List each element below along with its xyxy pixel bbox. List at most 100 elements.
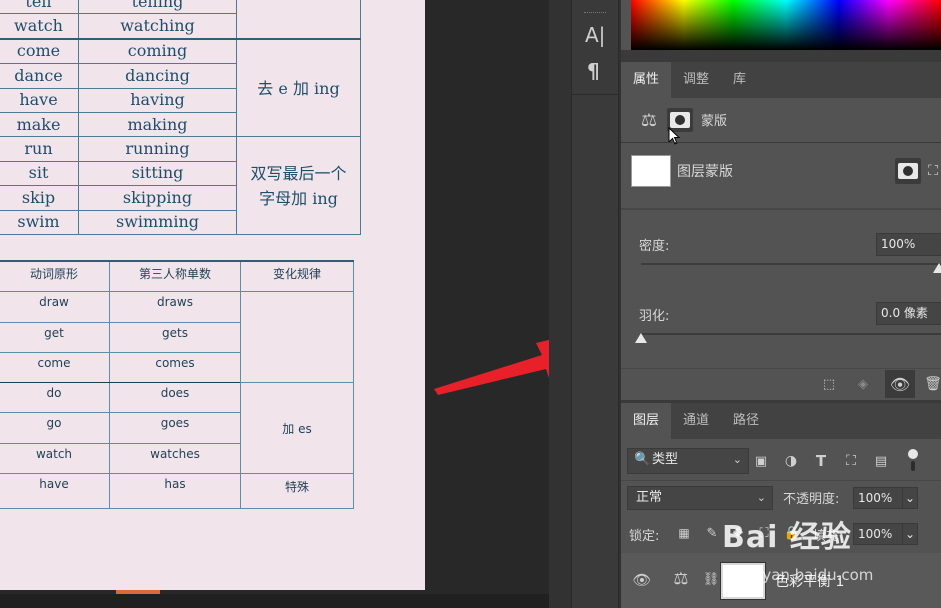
rule-special: 特殊 [240,473,354,510]
lock-label: 锁定: [629,529,660,544]
table-cell: have [0,87,79,113]
third-person-table: 动词原形 第三人称单数 变化规律 draw draws get gets com… [0,260,354,510]
ing-form-table: tell telling watch watching come coming … [0,0,361,235]
tab-channels[interactable]: 通道 [671,403,721,439]
table-cell: sitting [78,160,237,187]
table-cell: skip [0,185,79,211]
density-slider-track[interactable] [641,263,941,265]
table-cell: come [0,37,79,65]
rule-drop-e: 去 e 加 ing [236,37,361,138]
balance-icon[interactable]: ⚖ [635,108,663,132]
table-cell [240,291,354,384]
table-row: come coming 去 e 加 ing [0,37,361,138]
blend-mode-dropdown[interactable]: 正常 ⌄ [627,486,773,510]
table-row: run running 双写最后一个 字母加 ing [0,136,361,235]
chevron-down-icon: ⌄ [756,491,766,504]
table-cell: run [0,136,79,162]
table-cell: running [78,136,237,162]
opacity-input[interactable]: 100% [853,487,903,509]
density-slider-thumb[interactable] [933,263,941,273]
feather-input[interactable]: 0.0 像素 [876,302,941,325]
table-cell: draw [0,291,110,323]
table-cell: dancing [78,63,237,89]
table-cell: coming [78,37,237,65]
column-header: 变化规律 [240,260,354,293]
properties-tabs: 属性 调整 库 [621,62,941,98]
table-cell: come [0,351,110,384]
table-cell: draws [109,291,241,323]
mask-label: 蒙版 [701,114,728,129]
table-cell: watch [0,442,110,475]
density-input[interactable]: 100% [876,233,941,256]
layer-filter-dropdown[interactable]: 🔍 类型 ⌄ [627,448,749,474]
tab-libraries[interactable]: 库 [721,62,758,98]
tool-column: A| ¶ [549,0,621,608]
table-cell: swimming [78,209,237,235]
feather-slider-thumb[interactable] [635,333,647,343]
table-cell: gets [109,321,241,353]
search-icon: 🔍 [634,452,651,467]
filter-adjustment-icon[interactable]: ◑ [781,450,801,472]
table-cell: tell [0,0,79,15]
table-cell [236,0,361,40]
opacity-label: 不透明度: [783,492,840,507]
visibility-eye-icon[interactable]: 👁 [885,370,915,398]
table-cell: telling [78,0,237,15]
panel-grip[interactable] [584,12,606,17]
filter-pixel-icon[interactable]: ▣ [751,450,771,472]
filter-shape-icon[interactable]: ⛶ [841,450,861,472]
color-picker-field[interactable] [631,0,941,50]
feather-label: 羽化: [639,309,670,324]
toggle-knob [908,449,918,459]
tool-separator [572,94,618,95]
text-tool-icon[interactable]: A| [585,23,605,47]
panel-divider [621,142,941,143]
lock-transparent-icon[interactable]: ▦ [675,523,693,543]
table-cell: watching [78,13,237,40]
document[interactable]: tell telling watch watching come coming … [0,0,425,590]
vector-mask-icon[interactable]: ⛶ [925,158,941,184]
filter-smart-object-icon[interactable]: ▤ [871,450,891,472]
canvas-area[interactable]: tell telling watch watching come coming … [0,0,590,608]
tab-adjustments[interactable]: 调整 [671,62,721,98]
canvas-bottom-strip [0,594,549,608]
layer-mask-thumbnail[interactable] [631,155,671,187]
filter-type-icon[interactable]: T [811,450,831,472]
table-cell: watch [0,13,79,40]
trash-icon[interactable]: 🗑 [924,372,941,396]
layer-visibility-eye-icon[interactable]: 👁 [631,569,653,591]
tab-paths[interactable]: 路径 [721,403,771,439]
apply-icon[interactable]: ◈ [853,372,873,396]
feather-slider-track[interactable] [641,333,941,335]
panel-divider [621,480,941,481]
paragraph-icon[interactable]: ¶ [587,59,600,83]
tab-layers[interactable]: 图层 [621,403,672,439]
table-cell: making [78,111,237,138]
rule-double: 双写最后一个 字母加 ing [236,136,361,235]
layer-filter-value: 类型 [652,452,679,467]
opacity-dropdown-toggle[interactable]: ⌄ [902,487,918,509]
tool-panel: A| ¶ [571,0,619,608]
table-cell: swim [0,209,79,235]
column-header: 动词原形 [0,260,110,293]
link-icon[interactable]: ⛓ [703,567,720,591]
table-cell: go [0,412,110,444]
tab-properties[interactable]: 属性 [621,62,672,98]
density-label: 密度: [639,239,670,254]
table-row: do does 加 es [0,382,354,475]
lock-brush-icon[interactable]: ✎ [703,523,721,543]
panel-divider [621,50,941,62]
fill-input[interactable]: 100% [853,523,903,545]
table-row: draw draws [0,291,354,384]
blend-mode-value: 正常 [636,490,663,505]
chevron-down-icon: ⌄ [732,453,742,466]
filter-toggle[interactable] [907,447,919,473]
selection-icon[interactable]: ⬚ [819,372,839,396]
table-cell: comes [109,351,241,384]
table-row: tell telling [0,0,361,40]
mask-icon [898,163,918,179]
apply-mask-button[interactable] [895,158,921,184]
fill-dropdown-toggle[interactable]: ⌄ [902,523,918,545]
table-cell: do [0,382,110,414]
table-cell: watches [109,442,241,475]
